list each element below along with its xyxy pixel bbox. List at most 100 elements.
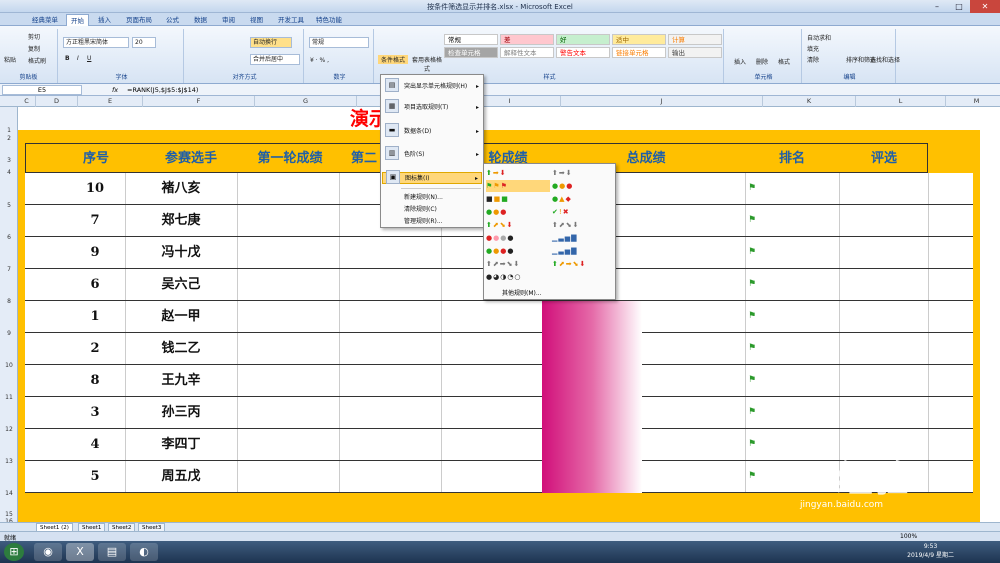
row-header[interactable]: 5 <box>0 202 18 209</box>
cf-menu-extra-item[interactable]: 管理规则(R)... <box>382 216 482 225</box>
font-name-select[interactable]: 方正粗黑宋简体 <box>63 37 129 48</box>
media-icon[interactable]: ◐ <box>130 543 158 561</box>
clear-button[interactable]: 清除 <box>807 55 819 64</box>
format-painter-button[interactable]: 格式刷 <box>28 56 46 65</box>
icon-set-option[interactable]: ●●● <box>552 180 616 192</box>
cell-no[interactable]: 1 <box>55 301 135 333</box>
row-header[interactable]: 1 <box>0 127 18 134</box>
cell-name[interactable]: 周五戊 <box>125 461 237 493</box>
cf-menu-item[interactable]: ▥ 色阶(S) ▸ <box>382 146 482 161</box>
header-review[interactable]: 评选 <box>844 144 924 174</box>
cf-menu-item[interactable]: ▤ 突出显示单元格规则(H) ▸ <box>382 78 482 93</box>
close-icon[interactable]: ✕ <box>970 0 1000 13</box>
row-header[interactable]: 8 <box>0 298 18 305</box>
row-header[interactable]: 4 <box>0 169 18 176</box>
row-header[interactable]: 12 <box>0 426 18 433</box>
autosum-button[interactable]: 自动求和 <box>807 33 831 42</box>
wrap-text-button[interactable]: 自动换行 <box>250 37 292 48</box>
column-header[interactable]: D <box>36 96 78 107</box>
cell-no[interactable]: 5 <box>55 461 135 493</box>
tab-developer[interactable]: 开发工具 <box>274 14 308 26</box>
insert-cells-button[interactable]: 插入 <box>734 57 746 66</box>
column-header[interactable]: C <box>18 96 36 107</box>
more-rules-item[interactable]: 其他规则(M)... <box>502 288 542 297</box>
number-format-select[interactable]: 常规 <box>309 37 369 48</box>
font-size-select[interactable]: 20 <box>132 37 156 48</box>
cell-no[interactable]: 8 <box>55 365 135 397</box>
icon-set-option[interactable]: ⬆⬈⬊⬇ <box>552 219 616 231</box>
cell-style-0[interactable]: 常规 <box>444 34 498 45</box>
row-header[interactable]: 11 <box>0 394 18 401</box>
row-header[interactable]: 14 <box>0 490 18 497</box>
row-header[interactable]: 13 <box>0 458 18 465</box>
fx-icon[interactable]: fx <box>112 86 118 94</box>
icon-set-option[interactable]: ●●●● <box>486 232 550 244</box>
icon-set-option[interactable]: ✔!✖ <box>552 206 616 218</box>
italic-icon[interactable]: I <box>77 55 79 62</box>
cell-style-6[interactable]: 解释性文本 <box>500 47 554 58</box>
column-header[interactable]: L <box>856 96 946 107</box>
excel-icon[interactable]: X <box>66 543 94 561</box>
cell-style-5[interactable]: 检查单元格 <box>444 47 498 58</box>
cf-menu-item[interactable]: ▬ 数据条(D) ▸ <box>382 123 482 138</box>
column-header[interactable]: K <box>763 96 856 107</box>
row-header[interactable]: 6 <box>0 234 18 241</box>
cell-name[interactable]: 王九辛 <box>125 365 237 397</box>
cell-name[interactable]: 钱二乙 <box>125 333 237 365</box>
tab-classic-menu[interactable]: 经典菜单 <box>28 14 62 26</box>
delete-cells-button[interactable]: 删除 <box>756 57 768 66</box>
row-header[interactable]: 15 <box>0 511 18 518</box>
tab-data[interactable]: 数据 <box>190 14 211 26</box>
row-header[interactable]: 10 <box>0 362 18 369</box>
row-header[interactable]: 3 <box>0 157 18 164</box>
paste-button[interactable]: 粘贴 <box>4 55 16 64</box>
tab-page-layout[interactable]: 页面布局 <box>122 14 156 26</box>
underline-icon[interactable]: U <box>87 55 91 62</box>
cell-name[interactable]: 冯十戊 <box>125 237 237 269</box>
table-format-button[interactable]: 套用表格格式 <box>412 55 442 73</box>
header-rank[interactable]: 排名 <box>752 144 832 174</box>
icon-set-option[interactable]: ⬆⬈⬊⬇ <box>486 219 550 231</box>
fill-button[interactable]: 填充 <box>807 44 819 53</box>
header-total[interactable]: 总成绩 <box>606 144 686 174</box>
name-box[interactable]: E5 <box>2 85 82 95</box>
row-header[interactable]: 7 <box>0 266 18 273</box>
cell-style-4[interactable]: 计算 <box>668 34 722 45</box>
cell-name[interactable]: 李四丁 <box>125 429 237 461</box>
folder-icon[interactable]: ▤ <box>98 543 126 561</box>
copy-button[interactable]: 复制 <box>28 44 40 53</box>
icon-set-option[interactable]: ●◕◑◔○ <box>486 271 550 283</box>
cell-no[interactable]: 7 <box>55 205 135 237</box>
icon-set-option[interactable]: ⬆➡⬇ <box>486 167 550 179</box>
zoom-level[interactable]: 100% <box>900 533 917 540</box>
cell-name[interactable]: 赵一甲 <box>125 301 237 333</box>
cell-no[interactable]: 2 <box>55 333 135 365</box>
cell-no[interactable]: 10 <box>55 173 135 205</box>
bold-icon[interactable]: B <box>65 55 70 62</box>
conditional-format-button[interactable]: 条件格式 <box>378 55 408 64</box>
header-no[interactable]: 序号 <box>56 144 136 174</box>
cell-style-1[interactable]: 差 <box>500 34 554 45</box>
cell-name[interactable]: 郑七庚 <box>125 205 237 237</box>
cf-menu-extra-item[interactable]: 新建规则(N)... <box>382 192 482 201</box>
icon-set-option[interactable]: ●●●● <box>486 245 550 257</box>
icon-set-option[interactable]: ●●● <box>486 206 550 218</box>
find-select-button[interactable]: 查找和选择 <box>870 55 900 64</box>
cell-no[interactable]: 4 <box>55 429 135 461</box>
minimize-icon[interactable]: – <box>926 0 948 13</box>
icon-set-option[interactable]: ■■■ <box>486 193 550 205</box>
cell-style-3[interactable]: 适中 <box>612 34 666 45</box>
column-header[interactable]: F <box>143 96 255 107</box>
cell-style-2[interactable]: 好 <box>556 34 610 45</box>
tab-review[interactable]: 审阅 <box>218 14 239 26</box>
cell-name[interactable]: 吴六己 <box>125 269 237 301</box>
icon-set-option[interactable]: ▁▃▅▇ <box>552 245 616 257</box>
cut-button[interactable]: 剪切 <box>28 32 40 41</box>
tab-special-features[interactable]: 特色功能 <box>312 14 346 26</box>
cf-menu-extra-item[interactable]: 清除规则(C) <box>382 204 482 213</box>
column-header[interactable]: M <box>946 96 1000 107</box>
icon-set-option[interactable]: ⬆➡⬇ <box>552 167 616 179</box>
row-header[interactable]: 2 <box>0 135 18 142</box>
cell-no[interactable]: 6 <box>55 269 135 301</box>
icon-set-option[interactable]: ⚑⚑⚑ <box>486 180 550 192</box>
